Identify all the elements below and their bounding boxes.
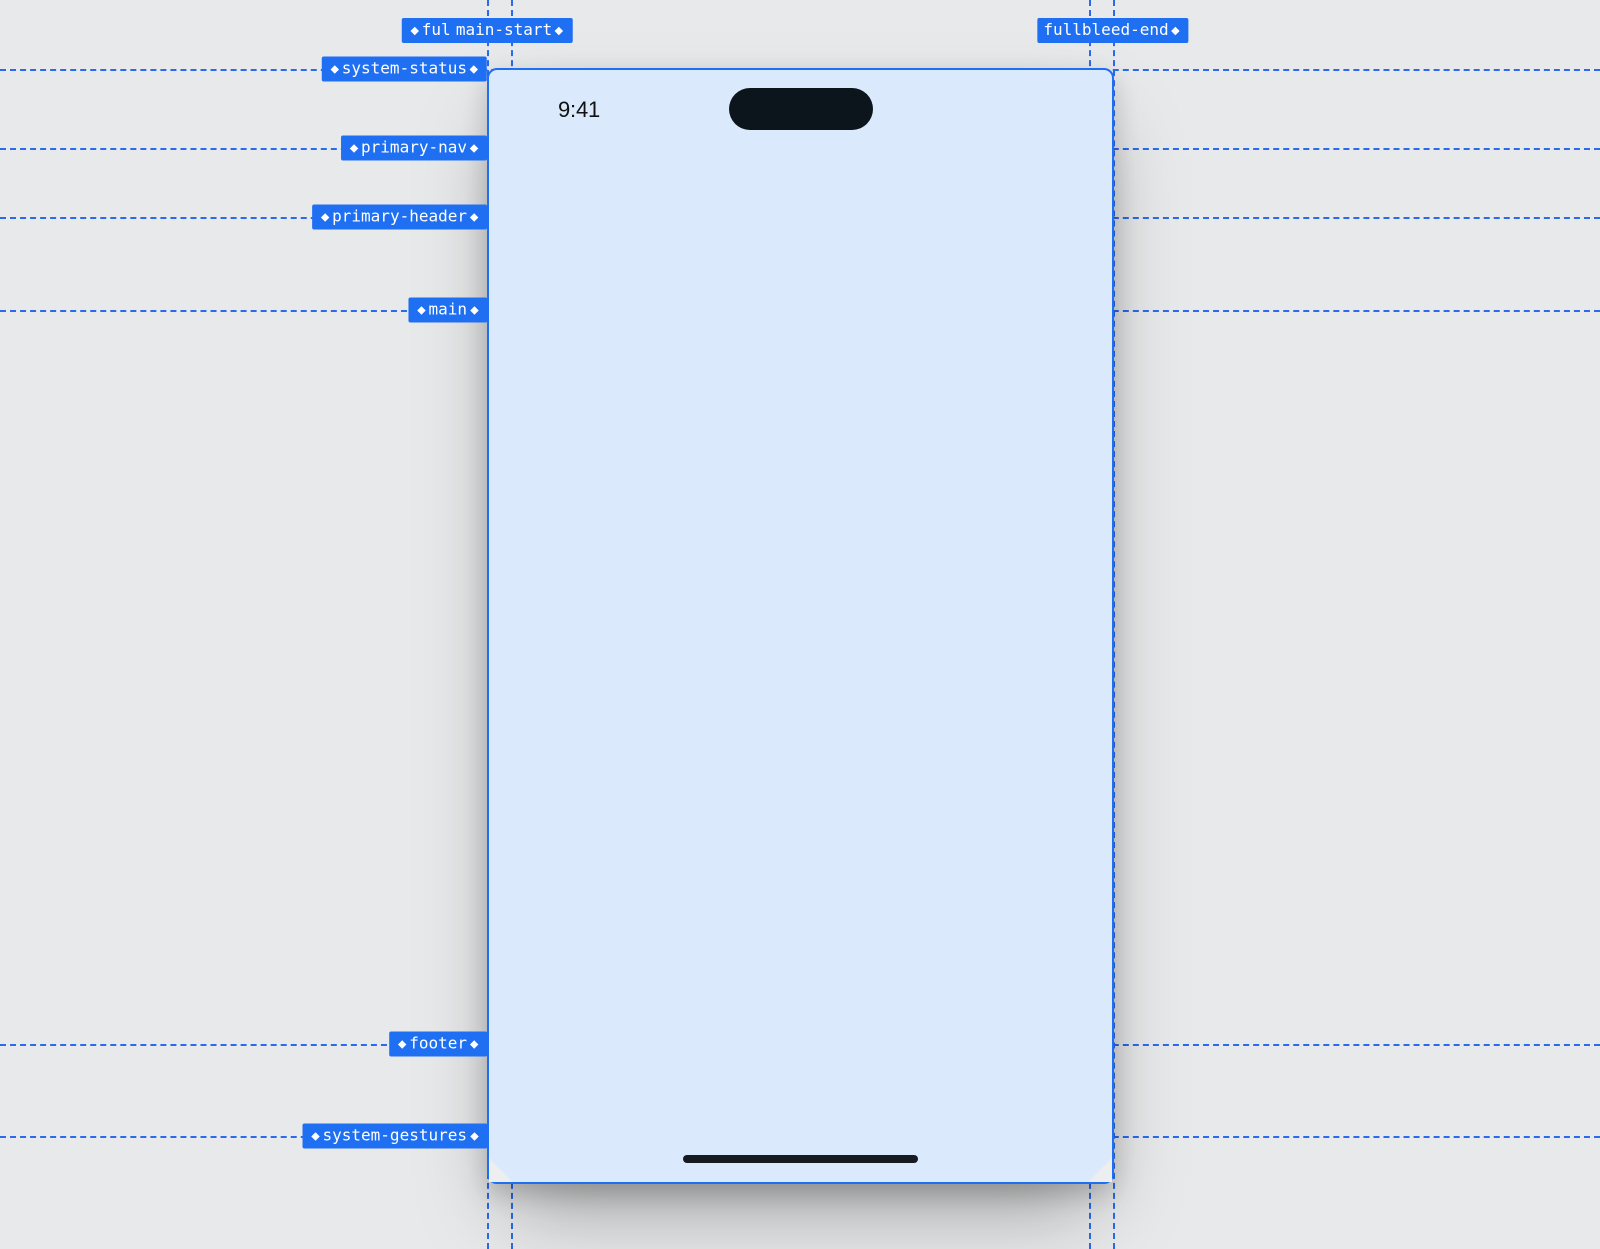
label-primary-nav[interactable]: primary-nav bbox=[341, 136, 487, 161]
diamond-icon bbox=[398, 1040, 406, 1048]
label-text: main-start bbox=[456, 20, 552, 39]
diamond-icon bbox=[470, 1040, 478, 1048]
label-text: system-status bbox=[342, 59, 467, 78]
label-text: footer bbox=[409, 1034, 467, 1053]
label-text: primary-nav bbox=[361, 138, 467, 157]
diamond-icon bbox=[555, 26, 563, 34]
diamond-icon bbox=[470, 306, 478, 314]
label-text: system-gestures bbox=[323, 1126, 468, 1145]
label-footer[interactable]: footer bbox=[389, 1032, 487, 1057]
label-main[interactable]: main bbox=[408, 298, 487, 323]
status-bar-time: 9:41 bbox=[558, 97, 600, 123]
label-system-gestures[interactable]: system-gestures bbox=[303, 1124, 488, 1149]
diamond-icon bbox=[411, 26, 419, 34]
label-text: main bbox=[428, 300, 467, 319]
device-frame bbox=[487, 68, 1114, 1184]
device-corner-br bbox=[1088, 1158, 1112, 1182]
label-text: fullbleed-end bbox=[1043, 20, 1168, 39]
diamond-icon bbox=[350, 144, 358, 152]
diamond-icon bbox=[1171, 26, 1179, 34]
label-text: primary-header bbox=[332, 207, 467, 226]
diamond-icon bbox=[311, 1132, 319, 1140]
device-corner-bl bbox=[489, 1158, 513, 1182]
diamond-icon bbox=[470, 213, 478, 221]
diamond-icon bbox=[417, 306, 425, 314]
diamond-icon bbox=[470, 144, 478, 152]
diamond-icon bbox=[470, 65, 478, 73]
diamond-icon bbox=[321, 213, 329, 221]
label-system-status[interactable]: system-status bbox=[322, 57, 487, 82]
label-fullbleed-end[interactable]: fullbleed-end bbox=[1037, 18, 1188, 43]
dynamic-island bbox=[729, 88, 873, 130]
diamond-icon bbox=[470, 1132, 478, 1140]
design-canvas: 9:41 fullbleed-start main-start main-end… bbox=[0, 0, 1600, 1249]
label-main-start[interactable]: main-start bbox=[450, 18, 572, 43]
diamond-icon bbox=[331, 65, 339, 73]
label-primary-header[interactable]: primary-header bbox=[312, 205, 487, 230]
home-indicator bbox=[683, 1155, 918, 1163]
